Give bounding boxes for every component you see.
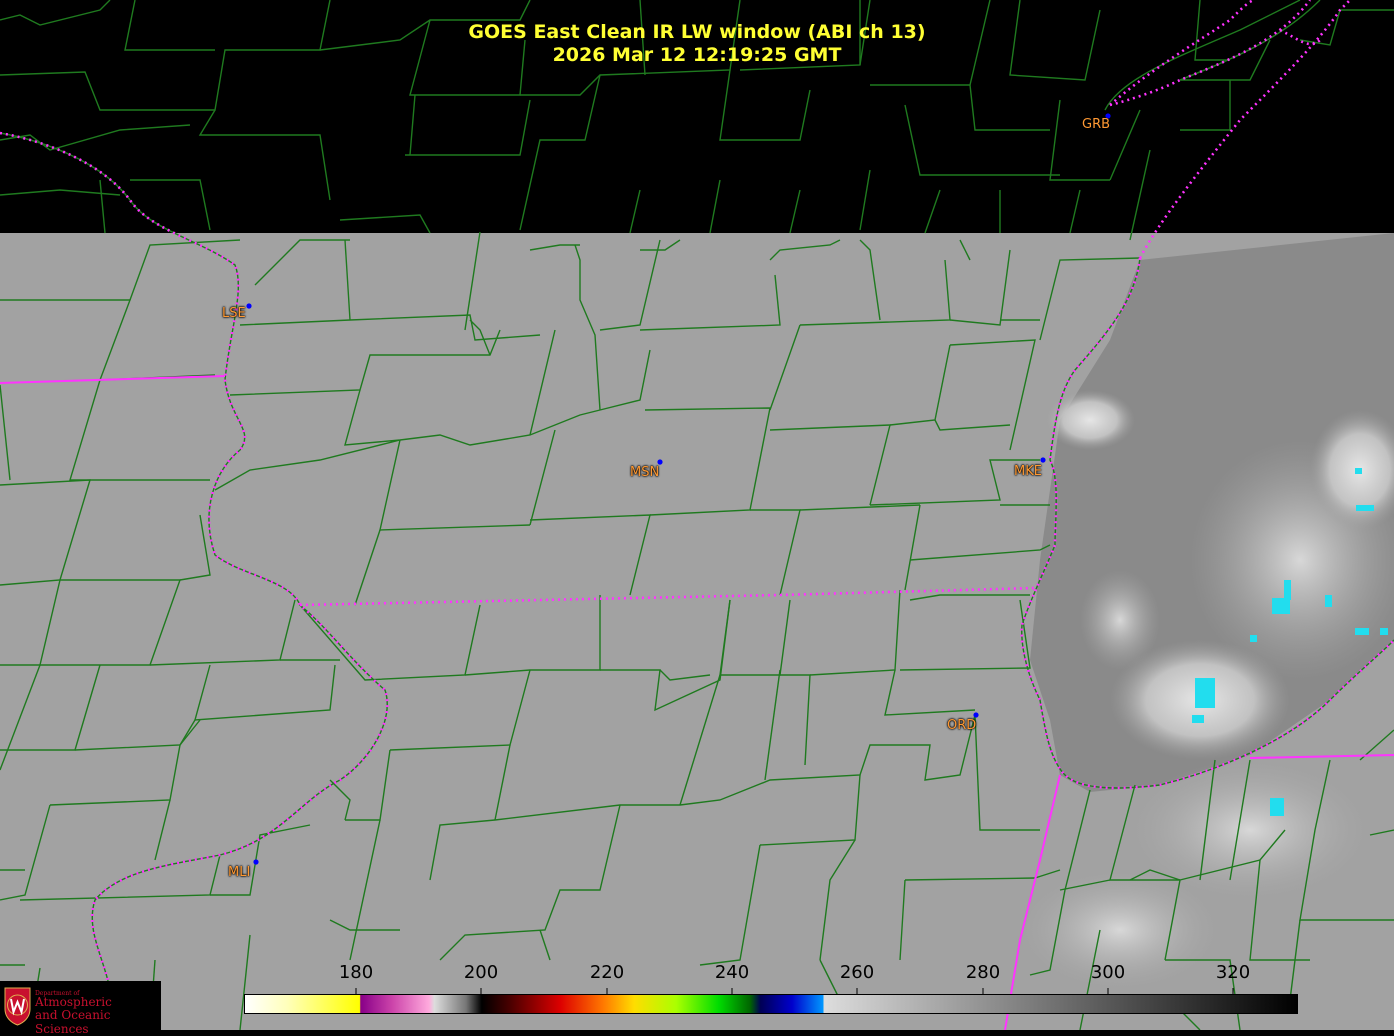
colorbar-tick-label: 200: [463, 962, 499, 983]
cloud: [1045, 390, 1135, 450]
colorbar-tick-label: 240: [714, 962, 750, 983]
colorbar-tick-label: 300: [1090, 962, 1126, 983]
station-label-mli: MLI: [228, 865, 251, 880]
colorbar-tick-label: 320: [1215, 962, 1251, 983]
aos-logo: Department of Atmospheric and Oceanic Sc…: [0, 981, 161, 1036]
colorbar-tick-label: 260: [839, 962, 875, 983]
colorbar-tick-label: 280: [965, 962, 1001, 983]
colorbar: [244, 994, 1298, 1014]
image-title: GOES East Clean IR LW window (ABI ch 13): [468, 21, 926, 43]
satellite-map: [0, 0, 1394, 1030]
station-label-ord: ORD: [947, 718, 977, 733]
station-label-lse: LSE: [222, 306, 246, 321]
station-label-msn: MSN: [630, 465, 660, 480]
uw-seal-icon: [4, 987, 31, 1026]
image-timestamp: 2026 Mar 12 12:19:25 GMT: [552, 44, 842, 66]
station-label-grb: GRB: [1082, 117, 1111, 132]
logo-line1: Atmospheric: [35, 995, 112, 1009]
colorbar-tick-label: 180: [338, 962, 374, 983]
logo-line2: and Oceanic Sciences: [35, 1008, 111, 1036]
colorbar-tick-label: 220: [589, 962, 625, 983]
station-label-mke: MKE: [1014, 464, 1042, 479]
cloud: [1080, 570, 1160, 670]
